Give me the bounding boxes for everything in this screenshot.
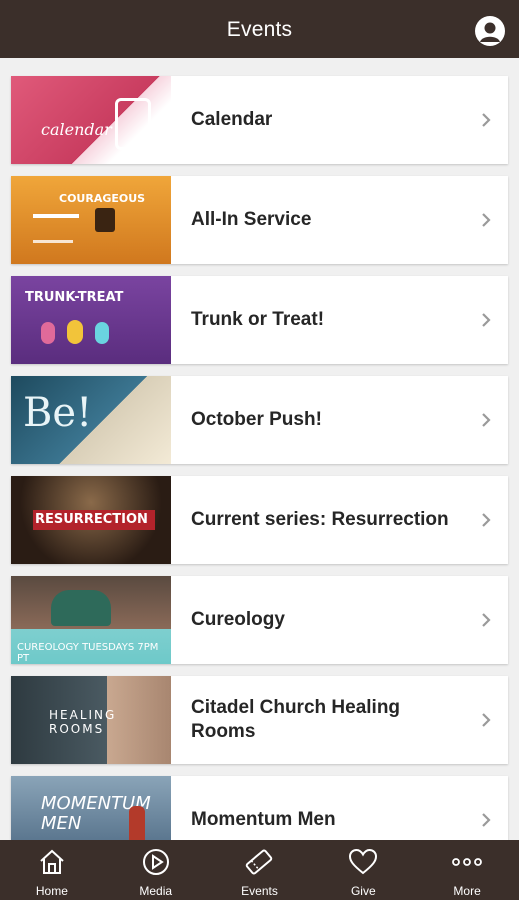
event-row-calendar[interactable]: calendar Calendar — [11, 76, 508, 164]
thumbnail-text: COURAGEOUS — [59, 192, 146, 205]
event-row-resurrection[interactable]: RESURRECTION Current series: Resurrectio… — [11, 476, 508, 564]
thumbnail-text: MOMENTUM MEN — [41, 793, 151, 834]
event-thumbnail: TRUNK-TREAT — [11, 276, 171, 364]
ticket-icon — [246, 849, 273, 875]
event-label: Current series: Resurrection — [191, 509, 449, 530]
event-label: Trunk or Treat! — [191, 309, 325, 330]
tab-more[interactable]: More — [415, 840, 519, 900]
event-thumbnail: CUREOLOGY TUESDAYS 7PM PT — [11, 576, 171, 664]
event-thumbnail: COURAGEOUS — [11, 176, 171, 264]
chevron-right-icon — [482, 813, 491, 827]
chevron-right-icon — [482, 713, 491, 727]
chevron-right-icon — [482, 313, 491, 327]
tab-label: Events — [241, 884, 278, 898]
tab-home[interactable]: Home — [0, 840, 104, 900]
event-label: Cureology — [191, 609, 285, 630]
event-row-trunk-or-treat[interactable]: TRUNK-TREAT Trunk or Treat! — [11, 276, 508, 364]
chevron-right-icon — [482, 213, 491, 227]
event-thumbnail: MOMENTUM MEN — [11, 776, 171, 840]
tab-give[interactable]: Give — [311, 840, 415, 900]
tab-events[interactable]: Events — [208, 840, 312, 900]
event-label: October Push! — [191, 409, 322, 430]
event-label: Momentum Men — [191, 809, 336, 830]
thumbnail-text: CUREOLOGY TUESDAYS 7PM PT — [17, 642, 159, 664]
event-thumbnail: calendar — [11, 76, 171, 164]
heart-icon — [349, 848, 378, 875]
event-thumbnail: Be! — [11, 376, 171, 464]
thumbnail-text: Be! — [23, 390, 93, 436]
user-icon — [480, 22, 500, 42]
event-label: Calendar — [191, 109, 273, 130]
event-thumbnail: RESURRECTION — [11, 476, 171, 564]
profile-button[interactable] — [475, 16, 505, 46]
event-row-all-in-service[interactable]: COURAGEOUS All-In Service — [11, 176, 508, 264]
chevron-right-icon — [482, 513, 491, 527]
event-label: All-In Service — [191, 209, 312, 230]
thumbnail-text: TRUNK-TREAT — [25, 290, 124, 305]
page-title: Events — [226, 18, 293, 41]
thumbnail-text: RESURRECTION — [35, 512, 148, 527]
event-row-healing-rooms[interactable]: HEALING ROOMS Citadel Church Healing Roo… — [11, 676, 508, 764]
event-label: Citadel Church Healing Rooms — [191, 697, 401, 742]
thumbnail-text: calendar — [41, 120, 112, 139]
chevron-right-icon — [482, 413, 491, 427]
event-row-momentum-men[interactable]: MOMENTUM MEN Momentum Men — [11, 776, 508, 840]
tab-label: Give — [350, 884, 376, 898]
chevron-right-icon — [482, 613, 491, 627]
event-row-cureology[interactable]: CUREOLOGY TUESDAYS 7PM PT Cureology — [11, 576, 508, 664]
chevron-right-icon — [482, 113, 491, 127]
tab-media[interactable]: Media — [104, 840, 208, 900]
tab-label: More — [453, 884, 481, 898]
events-list: calendar Calendar COURAGEOUS All-In Serv… — [0, 58, 519, 840]
bottom-tab-bar: Home Media Events Give More — [0, 840, 519, 900]
header-bar: Events — [0, 0, 519, 58]
event-thumbnail: HEALING ROOMS — [11, 676, 171, 764]
tab-label: Media — [139, 884, 173, 898]
play-icon — [142, 849, 169, 875]
tab-label: Home — [35, 884, 68, 898]
thumbnail-text: HEALING ROOMS — [49, 708, 117, 736]
event-row-october-push[interactable]: Be! October Push! — [11, 376, 508, 464]
home-icon — [40, 849, 64, 874]
more-icon — [452, 858, 482, 866]
